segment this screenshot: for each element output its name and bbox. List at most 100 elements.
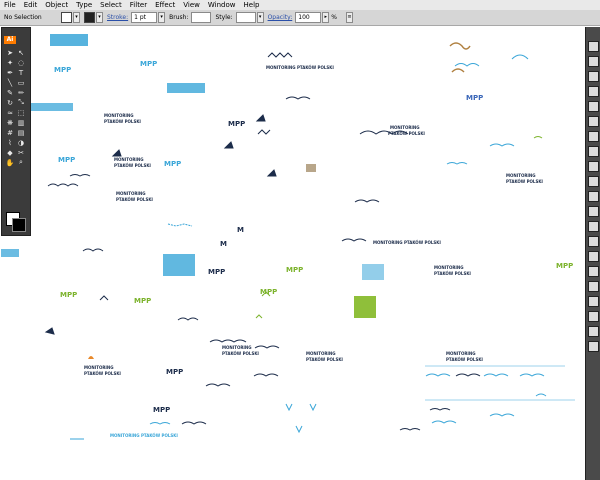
pencil-tool-icon[interactable]: ✏ xyxy=(16,88,26,97)
style-field[interactable] xyxy=(235,12,256,23)
logo-sketches-artwork xyxy=(1,34,575,440)
tagline-9: PTAKÓW POLSKI xyxy=(116,197,153,202)
pathfinder-panel-icon[interactable] xyxy=(588,236,599,247)
tagline-2: MONITORING xyxy=(104,113,134,118)
menu-edit[interactable]: Edit xyxy=(20,0,42,10)
opacity-dropdown-icon[interactable]: ▸ xyxy=(322,12,330,23)
menu-file[interactable]: File xyxy=(0,0,20,10)
menu-filter[interactable]: Filter xyxy=(126,0,151,10)
menu-object[interactable]: Object xyxy=(41,0,72,10)
actions-panel-icon[interactable] xyxy=(588,281,599,292)
layers-panel-icon[interactable] xyxy=(588,176,599,187)
tagline-17: MONITORING xyxy=(84,365,114,370)
tagline-6: MONITORING xyxy=(114,157,144,162)
fill-stroke-control[interactable] xyxy=(6,212,26,232)
graphic-styles-panel-icon[interactable] xyxy=(588,161,599,172)
warp-tool-icon[interactable]: ≈ xyxy=(5,108,15,117)
type-tool-icon[interactable]: T xyxy=(16,68,26,77)
tagline-11: PTAKÓW POLSKI xyxy=(506,179,543,184)
stroke-label[interactable]: Stroke: xyxy=(107,14,128,21)
navigator-panel-icon[interactable] xyxy=(588,296,599,307)
transform-panel-icon[interactable] xyxy=(588,251,599,262)
paintbrush-tool-icon[interactable]: ✎ xyxy=(5,88,15,97)
navy-glyph-5 xyxy=(44,327,55,335)
direct-selection-tool-icon[interactable]: ↖ xyxy=(16,48,26,57)
eyedropper-tool-icon[interactable]: ⌇ xyxy=(5,138,15,147)
menu-view[interactable]: View xyxy=(179,0,204,10)
control-bar-menu-icon[interactable]: ≡ xyxy=(345,12,353,23)
stroke-weight-field[interactable]: 1 pt xyxy=(131,12,158,23)
graph-tool-icon[interactable]: ▥ xyxy=(16,118,26,127)
scale-tool-icon[interactable]: ⤡ xyxy=(16,98,26,107)
blue-bird-10 xyxy=(431,420,457,424)
character-panel-icon[interactable] xyxy=(588,191,599,202)
paragraph-panel-icon[interactable] xyxy=(588,206,599,217)
rectangle-tool-icon[interactable]: ▭ xyxy=(16,78,26,87)
free-transform-tool-icon[interactable]: ⬚ xyxy=(16,108,26,117)
blue-bird-figure-2 xyxy=(309,403,317,412)
symbols-panel-icon[interactable] xyxy=(588,86,599,97)
fill-dropdown-icon[interactable]: ▾ xyxy=(73,12,80,23)
artboard-canvas[interactable]: MPP MPP MPP MPP MPP MPP MPP MPP MPP MPP … xyxy=(0,26,600,480)
symbol-sprayer-tool-icon[interactable]: ❋ xyxy=(5,118,15,127)
opacity-label[interactable]: Opacity: xyxy=(268,14,293,21)
scissors-tool-icon[interactable]: ✂ xyxy=(16,148,26,157)
stroke-panel-icon[interactable] xyxy=(588,101,599,112)
menu-effect[interactable]: Effect xyxy=(151,0,179,10)
zoom-tool-icon[interactable]: ⌕ xyxy=(16,158,26,167)
bird-mark-1 xyxy=(285,96,311,100)
navy-glyph-3 xyxy=(255,114,266,122)
appearance-panel-icon[interactable] xyxy=(588,146,599,157)
tagline-10: MONITORING xyxy=(506,173,536,178)
pen-tool-icon[interactable]: ✒ xyxy=(5,68,15,77)
blue-bird-6 xyxy=(483,373,509,377)
bird-mark-10 xyxy=(341,238,367,242)
swatches-panel-icon[interactable] xyxy=(588,56,599,67)
info-panel-icon[interactable] xyxy=(588,311,599,322)
style-label: Style: xyxy=(215,14,233,21)
blue-banner-2 xyxy=(167,83,205,93)
light-blue-square xyxy=(362,264,384,280)
mesh-tool-icon[interactable]: # xyxy=(5,128,15,137)
illustrator-logo: Ai xyxy=(4,36,16,44)
tagline-23: MONITORING PTAKÓW POLSKI xyxy=(110,433,178,438)
tagline-8: MONITORING xyxy=(116,191,146,196)
selection-tool-icon[interactable]: ➤ xyxy=(5,48,15,57)
color-panel-icon[interactable] xyxy=(588,41,599,52)
menu-help[interactable]: Help xyxy=(240,0,264,10)
live-paint-tool-icon[interactable]: ◆ xyxy=(5,148,15,157)
blue-bird-figure-3 xyxy=(295,425,303,434)
links-panel-icon[interactable] xyxy=(588,266,599,277)
wave-mark-2 xyxy=(257,129,271,135)
gradient-tool-icon[interactable]: ▤ xyxy=(16,128,26,137)
navy-glyph-6 xyxy=(99,295,109,301)
tagline-13: MONITORING xyxy=(434,265,464,270)
stroke-swatch[interactable] xyxy=(84,12,95,23)
m-letter-2: M xyxy=(237,226,244,234)
menu-window[interactable]: Window xyxy=(204,0,240,10)
menu-select[interactable]: Select xyxy=(96,0,126,10)
line-tool-icon[interactable]: ╲ xyxy=(5,78,15,87)
brush-field[interactable] xyxy=(191,12,212,23)
fill-swatch[interactable] xyxy=(61,12,72,23)
opacity-field[interactable]: 100 xyxy=(295,12,322,23)
attributes-panel-icon[interactable] xyxy=(588,326,599,337)
tagline-18: PTAKÓW POLSKI xyxy=(84,371,121,376)
bird-mark-16 xyxy=(429,408,451,411)
stroke-dropdown-icon[interactable]: ▾ xyxy=(96,12,103,23)
magic-wand-tool-icon[interactable]: ✦ xyxy=(5,58,15,67)
transparency-panel-icon[interactable] xyxy=(588,131,599,142)
hand-tool-icon[interactable]: ✋ xyxy=(5,158,15,167)
rotate-tool-icon[interactable]: ↻ xyxy=(5,98,15,107)
stroke-weight-dropdown-icon[interactable]: ▾ xyxy=(158,12,166,23)
style-dropdown-icon[interactable]: ▾ xyxy=(256,12,264,23)
blend-tool-icon[interactable]: ◑ xyxy=(16,138,26,147)
document-info-panel-icon[interactable] xyxy=(588,341,599,352)
stroke-color-box[interactable] xyxy=(12,218,26,232)
gradient-panel-icon[interactable] xyxy=(588,116,599,127)
menu-type[interactable]: Type xyxy=(72,0,96,10)
align-panel-icon[interactable] xyxy=(588,221,599,232)
bird-mark-8 xyxy=(209,339,247,343)
brushes-panel-icon[interactable] xyxy=(588,71,599,82)
lasso-tool-icon[interactable]: ◌ xyxy=(16,58,26,67)
